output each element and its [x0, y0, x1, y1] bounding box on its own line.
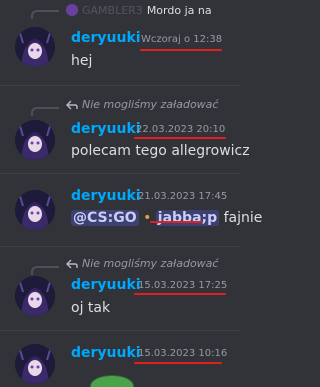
message-content: hej	[71, 53, 93, 69]
avatar[interactable]	[15, 276, 55, 316]
avatar[interactable]	[15, 344, 55, 384]
message-timestamp: 22.03.2023 20:10	[136, 124, 226, 135]
emoji-icon: •	[143, 210, 152, 226]
avatar-icon	[15, 190, 55, 230]
message-divider	[0, 85, 240, 86]
reply-preview[interactable]: Nie mogliśmy załadować	[66, 98, 240, 113]
avatar[interactable]	[15, 27, 55, 67]
reply-text: Nie mogliśmy załadować	[82, 257, 219, 270]
reply-avatar	[66, 4, 78, 16]
message-content-tail: fajnie	[223, 210, 263, 226]
avatar[interactable]	[15, 190, 55, 230]
message-content: oj tak	[71, 300, 111, 316]
message-username[interactable]: deryuuki	[71, 30, 141, 46]
emoji-label: jabba;p	[155, 210, 220, 226]
channel-mention[interactable]: @CS:GO	[71, 210, 139, 226]
reply-connector	[31, 10, 59, 19]
avatar-icon	[15, 27, 55, 67]
avatar-icon	[15, 120, 55, 160]
message-content: polecam tego allegrowicz	[71, 143, 250, 159]
reply-preview[interactable]: GAMBLER3 Mordo ja na	[66, 4, 240, 17]
sticker-image	[90, 375, 134, 387]
annotation-underline	[150, 221, 202, 223]
avatar-icon	[15, 276, 55, 316]
message-username[interactable]: deryuuki	[71, 121, 141, 137]
reply-arrow-icon	[66, 259, 78, 272]
message-username[interactable]: deryuuki	[71, 345, 141, 361]
reply-username[interactable]: GAMBLER3	[82, 4, 143, 17]
avatar[interactable]	[15, 120, 55, 160]
message-content: @CS:GO • jabba;p fajnie	[71, 210, 262, 226]
message-timestamp: Wczoraj o 12:38	[141, 34, 223, 45]
reply-connector	[31, 107, 59, 116]
reply-text: Mordo ja na	[146, 4, 212, 17]
message-divider	[0, 330, 240, 331]
message-divider	[0, 173, 240, 174]
message-divider	[0, 246, 240, 247]
message-timestamp: 15.03.2023 17:25	[138, 280, 228, 291]
reply-text: Nie mogliśmy załadować	[82, 98, 219, 111]
reply-connector	[31, 266, 59, 275]
annotation-underline	[134, 137, 226, 139]
annotation-underline	[134, 362, 222, 364]
annotation-underline	[134, 293, 226, 295]
avatar-icon	[15, 344, 55, 384]
message-username[interactable]: deryuuki	[71, 277, 141, 293]
reply-preview[interactable]: Nie mogliśmy załadować	[66, 257, 240, 272]
message-username[interactable]: deryuuki	[71, 188, 141, 204]
annotation-underline	[140, 49, 222, 51]
reply-arrow-icon	[66, 100, 78, 113]
message-timestamp: 21.03.2023 17:45	[138, 191, 228, 202]
message-timestamp: 15.03.2023 10:16	[138, 348, 228, 359]
